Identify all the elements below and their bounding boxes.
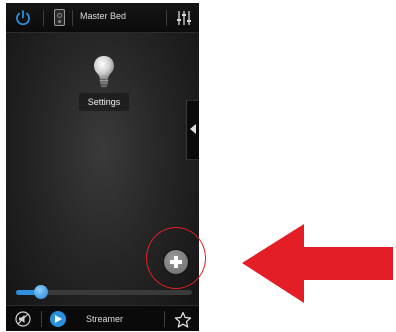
mute-icon[interactable] [15,311,31,327]
light-bulb-icon[interactable] [92,55,116,89]
equalizer-icon[interactable] [176,10,192,26]
volume-slider-thumb[interactable] [33,285,48,299]
play-icon[interactable] [50,311,66,327]
chevron-left-icon [190,124,196,134]
divider [41,311,42,327]
star-icon[interactable] [174,311,192,329]
highlight-circle [146,227,206,289]
divider [164,311,165,327]
top-bar: Master Bed [6,3,199,33]
arrow-left-icon [242,224,393,303]
side-panel-tab[interactable] [186,100,199,160]
divider [166,10,167,26]
device-icon[interactable] [54,9,65,26]
room-name[interactable]: Master Bed [80,11,126,21]
source-name[interactable]: Streamer [86,314,123,324]
volume-slider[interactable] [16,285,192,299]
bottom-bar: Streamer [6,305,199,331]
settings-label[interactable]: Settings [79,93,129,111]
divider [72,10,73,26]
power-icon[interactable] [14,9,32,27]
divider [43,10,44,26]
